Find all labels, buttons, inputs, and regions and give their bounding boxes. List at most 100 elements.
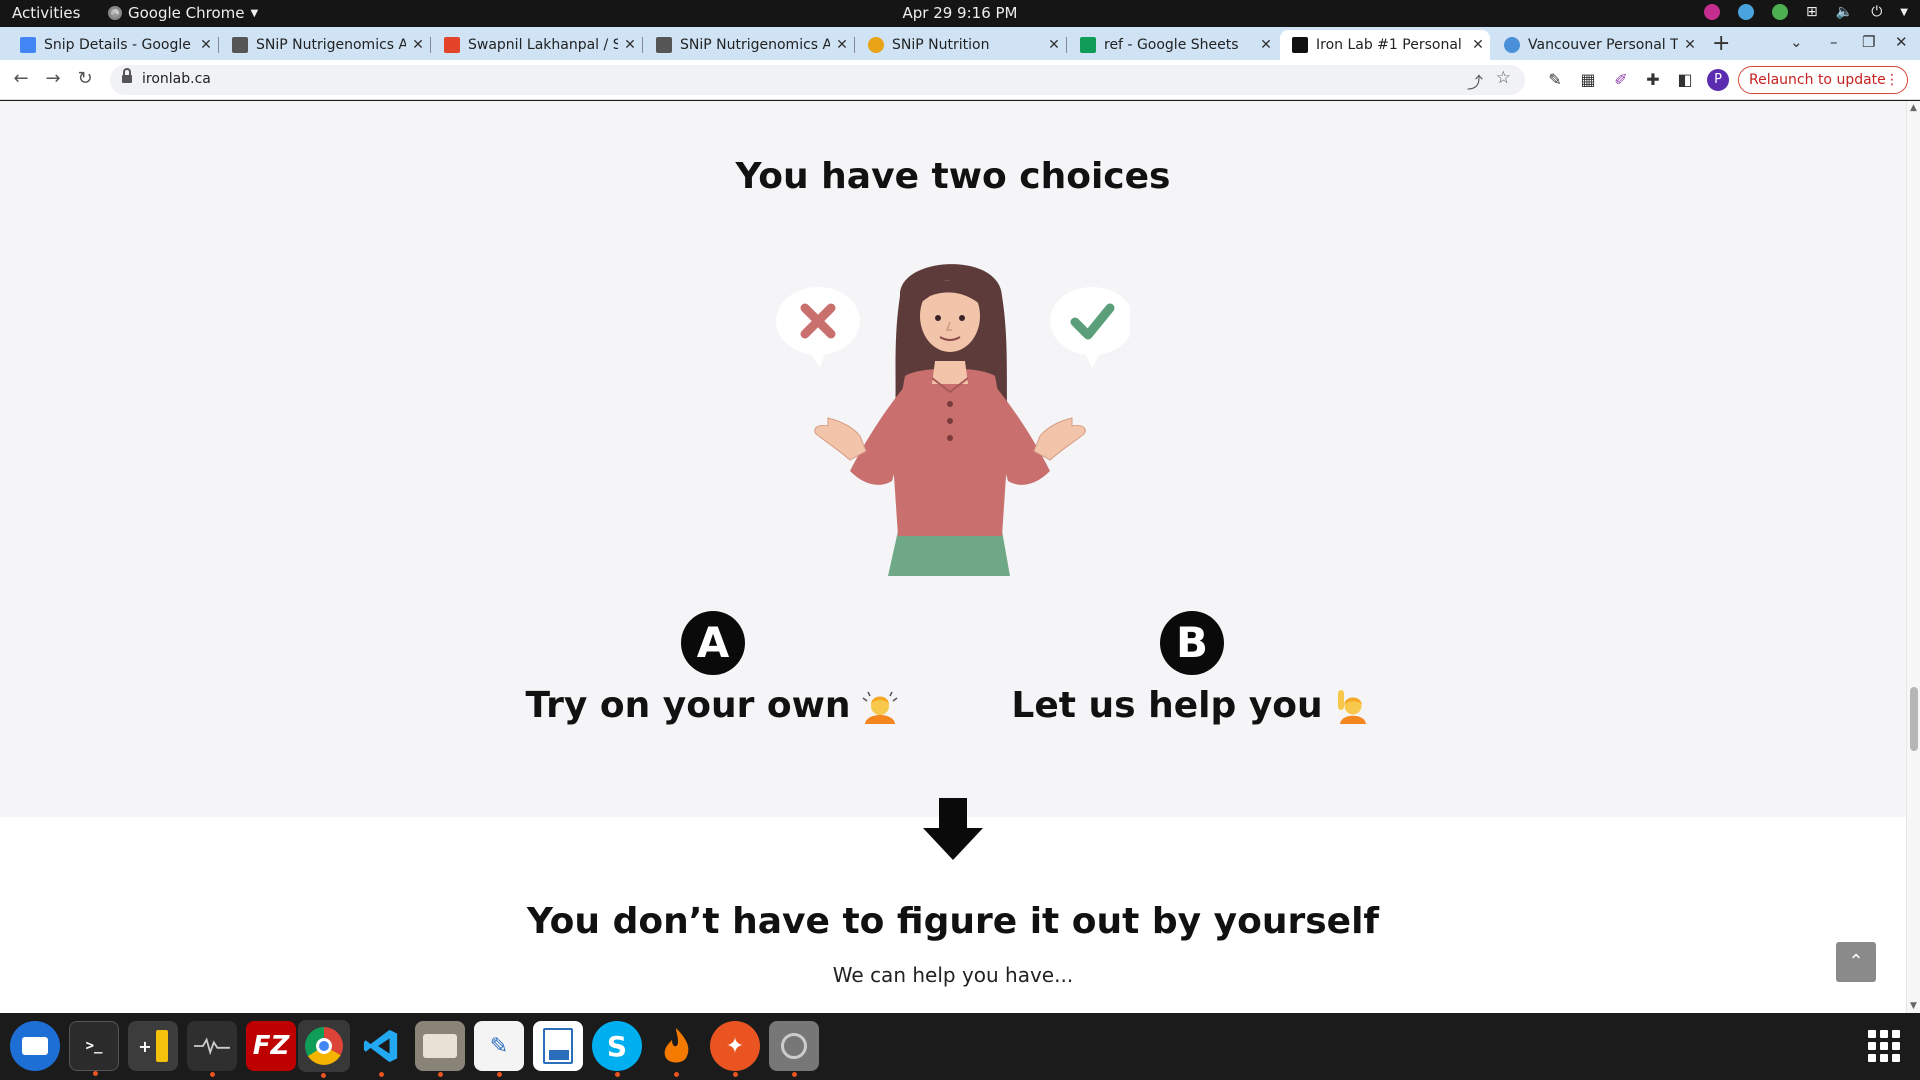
vscode-icon[interactable] xyxy=(356,1021,406,1077)
more-menu-icon[interactable]: ⋮ xyxy=(1885,67,1899,93)
sync-tray-icon[interactable] xyxy=(1738,4,1755,20)
snip-nutrition-icon xyxy=(868,37,884,53)
minimize-icon[interactable]: – xyxy=(1830,33,1838,51)
tab-label: SNiP Nutrition xyxy=(892,37,990,53)
sheets-icon xyxy=(1080,37,1096,53)
scrollbar-thumb[interactable] xyxy=(1910,687,1918,751)
dock: >_ + FZ ✎ S ✦ xyxy=(0,1013,1920,1080)
share-icon[interactable]: ⤴ xyxy=(1467,69,1483,93)
new-tab-button[interactable]: + xyxy=(1712,31,1730,56)
system-monitor-icon[interactable] xyxy=(187,1021,237,1077)
close-icon[interactable]: ✕ xyxy=(406,37,430,53)
address-bar[interactable]: ironlab.ca ⤴ ☆ xyxy=(110,65,1525,95)
tab-search-icon[interactable]: ⌄ xyxy=(1790,33,1803,51)
volume-icon[interactable]: 🔈 xyxy=(1836,4,1853,20)
inkscape-tool-icon[interactable]: ✦ xyxy=(710,1021,760,1077)
tab-snip-nutrigenomics-2[interactable]: SNiP Nutrigenomics A ✕ xyxy=(644,30,855,60)
choice-b-label: Let us help you xyxy=(1011,685,1323,726)
files-icon[interactable] xyxy=(415,1021,465,1077)
lock-icon[interactable] xyxy=(122,68,132,84)
choice-b: B Let us help you xyxy=(982,611,1402,726)
close-icon[interactable]: ✕ xyxy=(194,37,218,53)
text-editor-icon[interactable]: ✎ xyxy=(474,1021,524,1077)
bookmark-star-icon[interactable]: ☆ xyxy=(1496,68,1511,88)
tab-label: Iron Lab #1 Personal xyxy=(1316,37,1462,53)
x-bubble-icon xyxy=(776,287,860,368)
url-text[interactable]: ironlab.ca xyxy=(142,71,211,87)
relaunch-label: Relaunch to update xyxy=(1749,72,1886,88)
tab-label: Snip Details - Google xyxy=(44,37,191,53)
power-icon[interactable]: ⏻ xyxy=(1871,4,1882,20)
scroll-down-arrow-icon[interactable]: ▼ xyxy=(1910,1001,1917,1011)
tab-vancouver[interactable]: Vancouver Personal T ✕ xyxy=(1492,30,1702,60)
forward-icon[interactable]: → xyxy=(41,68,65,92)
tab-gitlab[interactable]: Swapnil Lakhanpal / S ✕ xyxy=(432,30,643,60)
profile-avatar[interactable]: P xyxy=(1707,69,1729,91)
gitlab-icon xyxy=(444,37,460,53)
ferdi-tray-icon[interactable] xyxy=(1704,4,1721,20)
pen-extension-icon[interactable]: ✐ xyxy=(1611,70,1631,90)
choice-a-label: Try on your own xyxy=(525,685,851,726)
close-icon[interactable]: ✕ xyxy=(1678,37,1702,53)
tab-snip-details[interactable]: Snip Details - Google ✕ xyxy=(8,30,219,60)
page-viewport: You have two choices A Try on your own B… xyxy=(0,101,1920,1013)
tab-strip: Snip Details - Google ✕ SNiP Nutrigenomi… xyxy=(0,27,1920,60)
tab-iron-lab[interactable]: Iron Lab #1 Personal ✕ xyxy=(1280,30,1490,60)
choice-a: A Try on your own xyxy=(503,611,923,726)
close-icon[interactable]: ✕ xyxy=(1254,37,1278,53)
snip-icon xyxy=(656,37,672,53)
browser-toolbar: ← → ↻ ironlab.ca ⤴ ☆ ✎ ▦ ✐ ✚ ◧ P Relaunc… xyxy=(0,60,1920,100)
close-icon[interactable]: ✕ xyxy=(1042,37,1066,53)
close-icon[interactable]: ✕ xyxy=(830,37,854,53)
extensions-puzzle-icon[interactable]: ✚ xyxy=(1643,70,1663,90)
check-tray-icon[interactable] xyxy=(1772,4,1789,20)
page-scrollbar[interactable]: ▲ ▼ xyxy=(1906,101,1920,1013)
figure-it-out-heading: You don’t have to figure it out by yours… xyxy=(526,901,1380,942)
clock[interactable]: Apr 29 9:16 PM xyxy=(0,4,1920,22)
person-raising-hand-emoji-icon xyxy=(1337,689,1366,724)
relaunch-to-update-button[interactable]: Relaunch to update ⋮ xyxy=(1738,66,1908,94)
restore-icon[interactable]: ❐ xyxy=(1862,33,1875,51)
calendar-extension-icon[interactable]: ▦ xyxy=(1578,70,1598,90)
tab-label: Vancouver Personal T xyxy=(1528,37,1678,53)
choice-a-label-row: Try on your own xyxy=(503,685,923,726)
side-panel-icon[interactable]: ◧ xyxy=(1675,70,1695,90)
choice-b-badge: B xyxy=(1160,611,1224,675)
choice-a-badge: A xyxy=(681,611,745,675)
close-icon[interactable]: ✕ xyxy=(1466,37,1490,53)
network-icon[interactable]: ⊞ xyxy=(1806,4,1818,20)
skype-icon[interactable]: S xyxy=(592,1021,642,1077)
close-icon[interactable]: ✕ xyxy=(618,37,642,53)
eyedropper-extension-icon[interactable]: ✎ xyxy=(1545,70,1565,90)
filezilla-icon[interactable]: FZ xyxy=(246,1021,296,1071)
docs-icon xyxy=(20,37,36,53)
ferdi-icon[interactable] xyxy=(651,1021,701,1077)
down-arrow-icon xyxy=(923,798,983,860)
tab-label: SNiP Nutrigenomics A xyxy=(680,37,830,53)
show-applications-grid-icon[interactable] xyxy=(1868,1030,1900,1062)
choice-b-label-row: Let us help you xyxy=(982,685,1402,726)
snip-icon xyxy=(232,37,248,53)
tab-snip-nutrigenomics-1[interactable]: SNiP Nutrigenomics A ✕ xyxy=(220,30,431,60)
calculator-icon[interactable]: + xyxy=(128,1021,178,1071)
libreoffice-writer-icon[interactable] xyxy=(533,1021,583,1071)
chevron-down-icon[interactable]: ▼ xyxy=(1900,7,1908,18)
back-icon[interactable]: ← xyxy=(9,68,33,92)
tab-label: Swapnil Lakhanpal / S xyxy=(468,37,618,53)
back-to-top-button[interactable]: ⌃ xyxy=(1836,942,1876,982)
system-top-bar: Activities Google Chrome ▼ Apr 29 9:16 P… xyxy=(0,0,1920,27)
tab-ref-sheets[interactable]: ref - Google Sheets ✕ xyxy=(1068,30,1278,60)
check-bubble-icon xyxy=(1050,287,1130,368)
tab-label: ref - Google Sheets xyxy=(1104,37,1239,53)
vancouver-icon xyxy=(1504,37,1520,53)
tab-label: SNiP Nutrigenomics A xyxy=(256,37,406,53)
close-window-icon[interactable]: ✕ xyxy=(1895,33,1908,51)
thunderbird-icon[interactable] xyxy=(10,1021,60,1071)
system-tray[interactable]: ⊞ 🔈 ⏻ ▼ xyxy=(1704,4,1908,20)
scroll-up-arrow-icon[interactable]: ▲ xyxy=(1910,103,1917,113)
disk-utility-icon[interactable] xyxy=(769,1021,819,1077)
terminal-icon[interactable]: >_ xyxy=(69,1021,119,1076)
chrome-icon[interactable] xyxy=(298,1020,350,1078)
tab-snip-nutrition[interactable]: SNiP Nutrition ✕ xyxy=(856,30,1067,60)
reload-icon[interactable]: ↻ xyxy=(73,68,97,92)
